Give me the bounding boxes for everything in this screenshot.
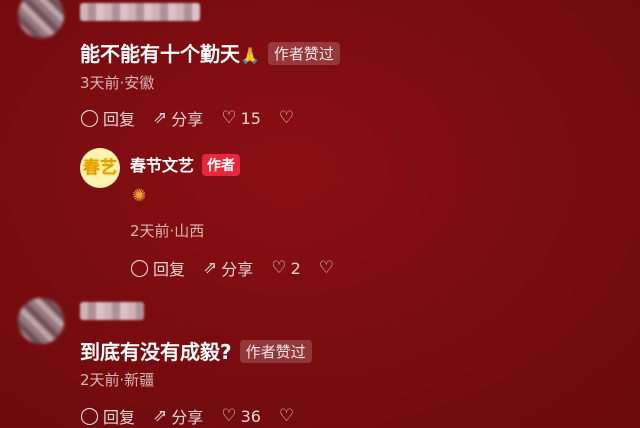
- pray-emoji: 🙏: [240, 46, 260, 65]
- dislike-button[interactable]: ♡: [318, 257, 334, 278]
- comment-text: 能不能有十个勤天🙏 作者赞过: [80, 38, 340, 67]
- reply-bubble-icon: ◯: [80, 405, 100, 426]
- username[interactable]: [80, 3, 200, 21]
- heart-icon: ♡: [271, 257, 287, 278]
- reply-button[interactable]: ◯ 回复: [80, 404, 135, 428]
- author-liked-tag: 作者赞过: [239, 340, 312, 363]
- comment-actions: ◯ 回复 ⇗ 分享 ♡ 15 ♡: [80, 106, 294, 130]
- user-avatar[interactable]: [18, 0, 64, 38]
- like-button[interactable]: ♡ 36: [221, 407, 261, 426]
- reply-button[interactable]: ◯ 回复: [130, 256, 185, 280]
- heart-icon: ♡: [221, 107, 237, 128]
- share-arrow-icon: ⇗: [153, 107, 168, 128]
- comment-actions: ◯ 回复 ⇗ 分享 ♡ 36 ♡: [80, 404, 294, 428]
- user-avatar[interactable]: [18, 298, 64, 344]
- firework-sticker: ✺: [132, 186, 147, 206]
- share-button[interactable]: ⇗ 分享: [153, 404, 203, 428]
- author-avatar[interactable]: 春艺: [80, 148, 120, 188]
- share-arrow-icon: ⇗: [203, 257, 218, 278]
- dislike-button[interactable]: ♡: [278, 405, 295, 426]
- username[interactable]: [80, 302, 144, 320]
- comment-meta: 2天前·新疆: [80, 371, 155, 389]
- broken-heart-icon: ♡: [278, 107, 295, 128]
- reply-bubble-icon: ◯: [130, 257, 150, 278]
- like-button[interactable]: ♡ 15: [221, 109, 261, 128]
- author-name[interactable]: 春节文艺: [130, 156, 194, 175]
- reply-actions: ◯ 回复 ⇗ 分享 ♡ 2 ♡: [130, 256, 334, 280]
- broken-heart-icon: ♡: [318, 257, 334, 278]
- share-button[interactable]: ⇗ 分享: [153, 106, 203, 130]
- reply-bubble-icon: ◯: [80, 107, 100, 128]
- broken-heart-icon: ♡: [278, 405, 295, 426]
- author-badge: 作者: [202, 154, 241, 176]
- author-liked-tag: 作者赞过: [267, 42, 340, 65]
- comment-text: 到底有没有成毅? 作者赞过: [80, 336, 312, 365]
- author-logo: 春艺: [83, 157, 117, 178]
- dislike-button[interactable]: ♡: [278, 107, 295, 128]
- reply-meta: 2天前·山西: [130, 222, 205, 240]
- share-arrow-icon: ⇗: [153, 405, 168, 426]
- like-button[interactable]: ♡ 2: [271, 259, 300, 278]
- comment-meta: 3天前·安徽: [80, 74, 155, 92]
- share-button[interactable]: ⇗ 分享: [203, 256, 253, 280]
- heart-icon: ♡: [221, 405, 237, 426]
- reply-button[interactable]: ◯ 回复: [80, 106, 135, 130]
- author-header: 春节文艺 作者: [130, 152, 241, 176]
